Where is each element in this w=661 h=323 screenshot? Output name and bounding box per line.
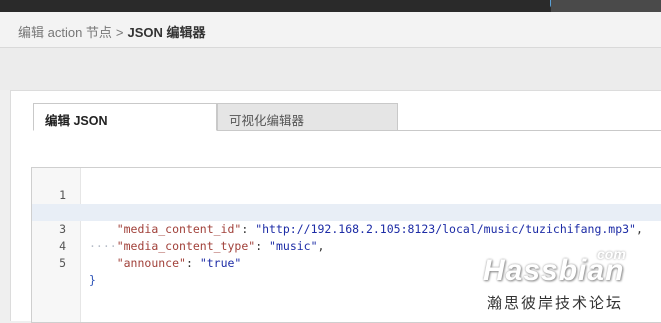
watermark-domain: com (597, 246, 626, 262)
code-line-active[interactable]: 3 ····"media_content_type": "music", (32, 204, 661, 253)
code-line[interactable]: 4 "announce": "true" (32, 221, 661, 270)
toolbar-area (0, 48, 661, 90)
json-key: "announce" (116, 256, 186, 270)
breadcrumb-separator: > (115, 25, 124, 40)
breadcrumb-parent[interactable]: 编辑 action 节点 (18, 25, 112, 40)
code-line[interactable]: 1 { (32, 170, 661, 219)
json-colon: : (185, 256, 200, 270)
line-number: 5 (59, 256, 66, 270)
tab-edit-json[interactable]: 编辑 JSON (33, 103, 217, 131)
watermark-subtitle: 瀚思彼岸技术论坛 (487, 294, 624, 312)
top-bar-right-area (551, 0, 661, 12)
close-brace: } (89, 273, 96, 287)
tab-visual-editor[interactable]: 可视化编辑器 (217, 103, 398, 131)
top-app-bar (0, 0, 661, 12)
json-value: "true" (199, 256, 242, 270)
breadcrumb: 编辑 action 节点 > JSON 编辑器 (0, 12, 661, 48)
hassbian-watermark: Hassbian com 瀚思彼岸技术论坛 (475, 246, 655, 318)
breadcrumb-current: JSON 编辑器 (127, 25, 206, 40)
code-line[interactable]: 2 "media_content_id": "http://192.168.2.… (32, 187, 661, 236)
